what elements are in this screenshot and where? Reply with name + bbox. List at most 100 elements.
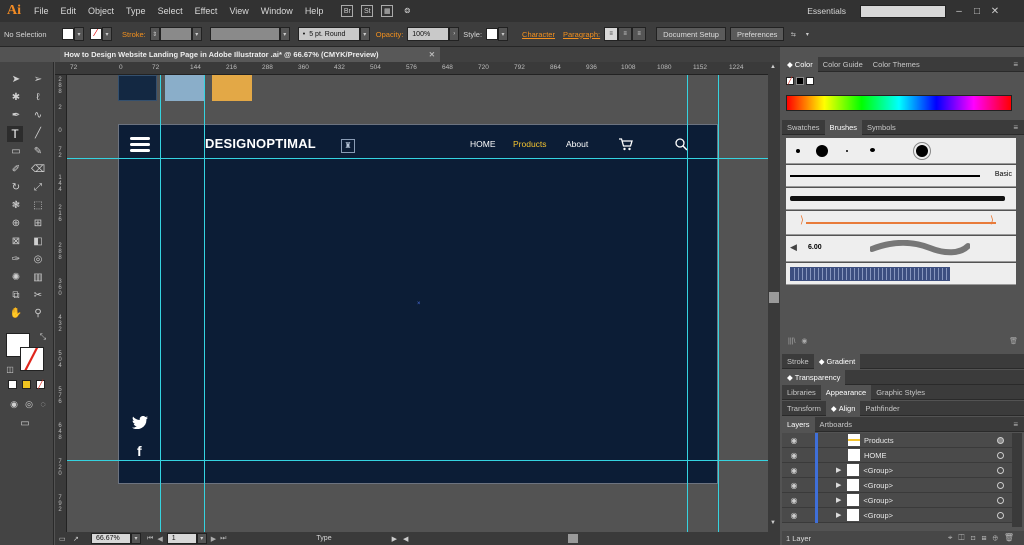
workspace-name[interactable]: Essentials: [807, 6, 846, 16]
layer-name[interactable]: <Group>: [863, 511, 997, 520]
magic-wand-icon[interactable]: ✱: [9, 90, 23, 104]
gradient-tool-icon[interactable]: ◧: [31, 234, 45, 248]
stroke-weight-stepper[interactable]: ⇕: [149, 27, 160, 41]
paragraph-link[interactable]: Paragraph:: [559, 30, 604, 39]
opacity-arrow[interactable]: ›: [449, 27, 460, 41]
hand-tool-icon[interactable]: ✋: [9, 306, 23, 320]
menu-object[interactable]: Object: [82, 6, 120, 16]
nav-products[interactable]: Products: [513, 139, 547, 149]
tab-color[interactable]: ◆ Color: [782, 56, 818, 72]
rotate-tool-icon[interactable]: ↻: [9, 180, 23, 194]
guide-vertical[interactable]: [718, 75, 719, 532]
brush-definition[interactable]: • 5 pt. Round: [297, 27, 360, 41]
brush-dot-calligraphic[interactable]: [870, 148, 875, 152]
pen-tool-icon[interactable]: ✒: [9, 108, 23, 122]
layer-name[interactable]: <Group>: [863, 496, 997, 505]
nav-home[interactable]: HOME: [470, 139, 496, 149]
brush-dot-large[interactable]: [816, 145, 828, 157]
fill-swatch[interactable]: [62, 28, 74, 40]
scale-tool-icon[interactable]: ⤢: [31, 180, 45, 194]
scrollbar-thumb[interactable]: [769, 292, 779, 303]
tab-artboards[interactable]: Artboards: [815, 417, 858, 432]
layer-row[interactable]: ◉ ▶ <Group>: [782, 507, 1012, 523]
artboard-dropdown[interactable]: ▾: [196, 533, 207, 544]
visibility-eye-icon[interactable]: ◉: [787, 496, 801, 505]
artboard-tool-icon[interactable]: ⧉: [9, 288, 23, 302]
tab-layers[interactable]: Layers: [782, 416, 815, 432]
document-tab[interactable]: How to Design Website Landing Page in Ad…: [60, 47, 440, 62]
cart-icon[interactable]: [618, 137, 633, 151]
stroke-label[interactable]: Stroke:: [118, 30, 150, 39]
white-color-icon[interactable]: [806, 77, 814, 85]
stroke-weight-dropdown[interactable]: ▾: [191, 27, 202, 41]
tab-symbols[interactable]: Symbols: [862, 120, 901, 135]
panel-menu-icon[interactable]: ≡: [1013, 123, 1018, 132]
canvas[interactable]: DESIGNOPTIMAL ♜ HOME Products About × f: [67, 75, 768, 532]
delete-brush-icon[interactable]: 🗑: [1009, 337, 1018, 345]
layer-name[interactable]: Products: [864, 436, 997, 445]
draw-behind-icon[interactable]: ◎: [22, 397, 36, 411]
stroke-swatch-dropdown[interactable]: ▾: [102, 27, 112, 41]
menu-edit[interactable]: Edit: [55, 6, 83, 16]
align-right-icon[interactable]: ≡: [632, 27, 647, 41]
next-artboard-icon[interactable]: ▶: [211, 535, 216, 543]
variable-width-profile[interactable]: [209, 27, 280, 41]
status-arrow-icon[interactable]: ▶: [392, 535, 397, 543]
visibility-eye-icon[interactable]: ◉: [787, 481, 801, 490]
character-link[interactable]: Character: [518, 30, 559, 39]
line-segment-icon[interactable]: ╱: [31, 126, 45, 140]
menu-file[interactable]: File: [28, 6, 55, 16]
layer-name[interactable]: HOME: [864, 451, 997, 460]
scroll-down-icon[interactable]: ▼: [770, 520, 776, 526]
maximize-icon[interactable]: □: [968, 0, 986, 22]
color-swatch-navy[interactable]: [118, 75, 157, 101]
fill-dropdown[interactable]: ▾: [74, 27, 84, 41]
layer-name[interactable]: <Group>: [863, 481, 997, 490]
brush-dot-small[interactable]: [796, 149, 800, 153]
brush-libraries-menu-icon[interactable]: ◉: [801, 337, 807, 345]
brush-dot-selected[interactable]: [913, 142, 931, 160]
tab-libraries[interactable]: Libraries: [782, 385, 821, 400]
zoom-dropdown[interactable]: ▾: [131, 533, 141, 544]
tab-graphic-styles[interactable]: Graphic Styles: [871, 385, 930, 400]
stock-icon[interactable]: St: [361, 5, 374, 17]
zoom-tool-icon[interactable]: ⚲: [31, 306, 45, 320]
color-spectrum[interactable]: [786, 95, 1012, 111]
tab-brushes[interactable]: Brushes: [824, 119, 863, 135]
align-center-icon[interactable]: ≡: [618, 27, 633, 41]
type-tool-icon[interactable]: T: [7, 126, 23, 142]
twitter-icon[interactable]: [132, 416, 148, 429]
expand-group-icon[interactable]: ▶: [836, 511, 841, 519]
preferences-button[interactable]: Preferences: [729, 27, 785, 41]
visibility-eye-icon[interactable]: ◉: [787, 511, 801, 520]
artboard-number-field[interactable]: 1: [166, 533, 197, 544]
hamburger-menu-icon[interactable]: [130, 137, 150, 152]
bridge-icon[interactable]: Br: [341, 5, 354, 17]
tab-transparency[interactable]: ◆ Transparency: [782, 369, 846, 385]
panel-menu-icon[interactable]: ≡: [1013, 420, 1018, 429]
tab-color-guide[interactable]: Color Guide: [818, 57, 868, 72]
symbol-sprayer-icon[interactable]: ✺: [9, 270, 23, 284]
scroll-up-icon[interactable]: ▲: [770, 64, 776, 70]
rectangle-tool-icon[interactable]: ▭: [9, 144, 23, 158]
curvature-tool-icon[interactable]: ∿: [31, 108, 45, 122]
brush-bristle-row[interactable]: ◀ 6.00: [786, 236, 1016, 262]
selection-tool-icon[interactable]: ➤: [9, 72, 23, 86]
mesh-tool-icon[interactable]: ⊠: [9, 234, 23, 248]
warp-tool-icon[interactable]: ❃: [9, 198, 23, 212]
arrange-documents-icon[interactable]: ▦: [381, 5, 394, 17]
align-left-icon[interactable]: ≡: [604, 27, 619, 41]
nav-about[interactable]: About: [566, 139, 588, 149]
eraser-icon[interactable]: ⌫: [31, 162, 45, 176]
tab-appearance[interactable]: Appearance: [820, 384, 872, 400]
last-artboard-icon[interactable]: ⏭: [220, 535, 226, 543]
opacity-field[interactable]: 100%: [407, 27, 450, 41]
visibility-eye-icon[interactable]: ◉: [787, 436, 801, 445]
scroll-left-icon[interactable]: ◀: [403, 535, 408, 543]
layer-row[interactable]: ◉ ▶ <Group>: [782, 477, 1012, 493]
color-mode-icon[interactable]: [8, 380, 17, 389]
draw-inside-icon[interactable]: ◌: [36, 397, 50, 411]
menu-view[interactable]: View: [223, 6, 254, 16]
menu-effect[interactable]: Effect: [189, 6, 224, 16]
perspective-grid-icon[interactable]: ⊞: [31, 216, 45, 230]
